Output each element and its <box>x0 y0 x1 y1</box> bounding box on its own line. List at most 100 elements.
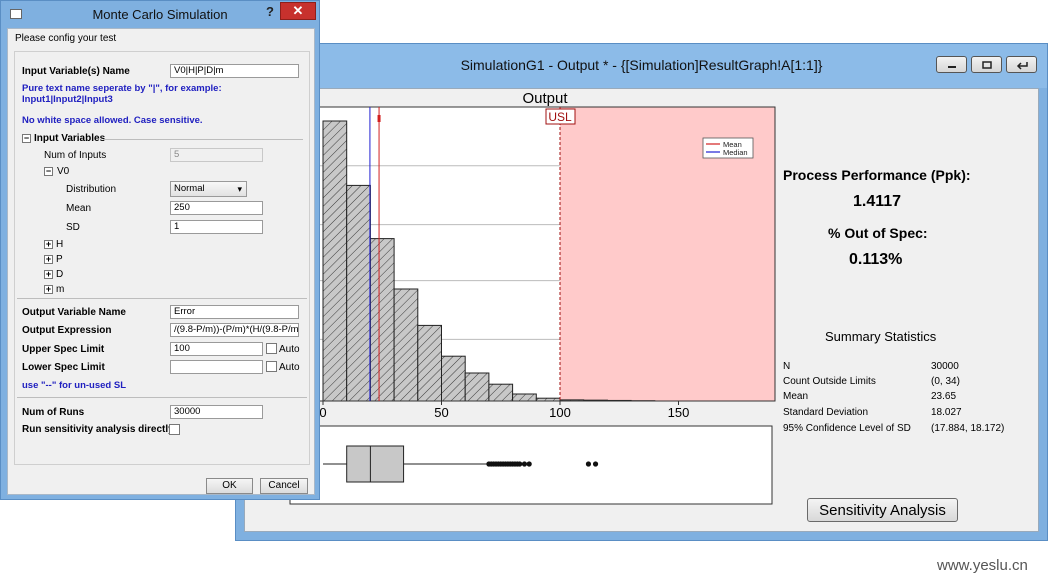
minimize-icon <box>946 61 958 69</box>
dialog-prompt: Please config your test <box>15 33 116 44</box>
input-variables-section: Input Variables <box>34 133 105 144</box>
ok-button[interactable]: OK <box>206 478 253 494</box>
boxplot-outlier <box>593 461 598 466</box>
output-name-field[interactable]: Error <box>170 305 299 319</box>
num-inputs-field: 5 <box>170 148 263 162</box>
distribution-select[interactable]: Normal ▾ <box>170 181 247 197</box>
boxplot-outlier <box>517 461 522 466</box>
summary-label: Standard Deviation <box>783 407 868 418</box>
lsl-field[interactable] <box>170 360 263 374</box>
summary-label: Count Outside Limits <box>783 376 876 387</box>
usl-auto-checkbox[interactable] <box>266 343 277 354</box>
ppk-label: Process Performance (Ppk): <box>783 167 971 183</box>
restore-icon <box>981 60 993 70</box>
histogram-bar <box>465 373 489 401</box>
hint-text: Input1|Input2|Input3 <box>22 94 113 105</box>
out-of-spec-value: 0.113% <box>849 251 902 269</box>
input-variables-field[interactable]: V0|H|P|D|m <box>170 64 299 78</box>
restore-button[interactable] <box>971 56 1002 73</box>
graph-window-title: SimulationG1 - Output * - {[Simulation]R… <box>236 57 1047 73</box>
hint-text: Pure text name seperate by "|", for exam… <box>22 83 222 94</box>
help-icon[interactable]: ? <box>266 4 274 19</box>
sensitivity-checkbox[interactable] <box>169 424 180 435</box>
summary-label: N <box>783 361 790 372</box>
watermark: www.yeslu.cn <box>937 557 1028 574</box>
variable-h: H <box>56 239 63 250</box>
auto-label: Auto <box>279 362 300 373</box>
x-tick-label: 50 <box>434 405 448 420</box>
distribution-value: Normal <box>174 183 205 194</box>
ppk-value: 1.4117 <box>853 193 901 211</box>
summary-value: (0, 34) <box>931 376 960 387</box>
expand-icon[interactable]: + <box>44 285 53 294</box>
lsl-label: Lower Spec Limit <box>22 362 105 373</box>
summary-label: Mean <box>783 391 808 402</box>
variable-d: D <box>56 269 63 280</box>
return-arrow-icon <box>1015 60 1029 70</box>
dialog-body: Please config your test Input Variable(s… <box>7 28 315 495</box>
graph-window: SimulationG1 - Output * - {[Simulation]R… <box>235 43 1048 541</box>
summary-label: 95% Confidence Level of SD <box>783 423 911 434</box>
output-name-label: Output Variable Name <box>22 307 126 318</box>
boxplot-outlier <box>586 461 591 466</box>
section-divider <box>103 139 303 140</box>
histogram-bar <box>442 356 466 401</box>
distribution-label: Distribution <box>66 184 116 195</box>
summary-value: 18.027 <box>931 407 962 418</box>
summary-value: (17.884, 18.172) <box>931 423 1004 434</box>
sensitivity-analysis-button[interactable]: Sensitivity Analysis <box>807 498 958 522</box>
expand-icon[interactable]: + <box>44 255 53 264</box>
input-variables-label: Input Variable(s) Name <box>22 66 130 77</box>
summary-title: Summary Statistics <box>825 329 936 344</box>
mean-field[interactable]: 250 <box>170 201 263 215</box>
usl-field[interactable]: 100 <box>170 342 263 356</box>
num-runs-label: Num of Runs <box>22 407 84 418</box>
unused-sl-hint: use "--" for un-used SL <box>22 380 126 391</box>
x-tick-label: 150 <box>668 405 690 420</box>
cancel-button[interactable]: Cancel <box>260 478 308 494</box>
output-expression-label: Output Expression <box>22 325 111 336</box>
legend-label: Median <box>723 148 748 157</box>
histogram-bar <box>394 289 418 401</box>
settings-panel: Input Variable(s) Name V0|H|P|D|m Pure t… <box>14 51 310 465</box>
expand-icon[interactable]: + <box>44 270 53 279</box>
output-expression-field[interactable]: /(9.8-P/m))-(P/m)*(H/(9.8-P/m))-D) <box>170 323 299 337</box>
num-inputs-label: Num of Inputs <box>44 150 106 161</box>
histogram-bar <box>418 325 442 401</box>
graph-titlebar[interactable]: SimulationG1 - Output * - {[Simulation]R… <box>236 44 1047 88</box>
sensitivity-label: Run sensitivity analysis directly <box>22 424 174 435</box>
collapse-icon[interactable]: − <box>22 134 31 143</box>
sd-field[interactable]: 1 <box>170 220 263 234</box>
mean-label: Mean <box>66 203 91 214</box>
close-icon: ✕ <box>293 3 304 19</box>
x-tick-label: 0 <box>319 405 326 420</box>
dialog-titlebar[interactable]: Monte Carlo Simulation ? ✕ <box>1 1 319 27</box>
usl-label: USL <box>548 110 572 124</box>
mean-marker <box>378 115 381 122</box>
histogram-bar <box>370 239 394 401</box>
divider <box>17 298 307 299</box>
v0-label: V0 <box>57 166 69 177</box>
output-plot[interactable]: USL Mean Median 0 50 100 150 <box>245 89 1040 534</box>
divider <box>17 397 307 398</box>
close-button[interactable]: ✕ <box>280 2 316 20</box>
summary-value: 23.65 <box>931 391 956 402</box>
sd-label: SD <box>66 222 80 233</box>
collapse-icon[interactable]: − <box>44 167 53 176</box>
chevron-down-icon: ▾ <box>237 183 242 195</box>
auto-label: Auto <box>279 344 300 355</box>
x-tick-label: 100 <box>549 405 571 420</box>
boxplot-box <box>347 446 404 482</box>
variable-m: m <box>56 284 64 295</box>
return-button[interactable] <box>1006 56 1037 73</box>
plot-title: Output <box>245 90 845 107</box>
histogram-bar <box>347 185 371 401</box>
minimize-button[interactable] <box>936 56 967 73</box>
variable-p: P <box>56 254 63 265</box>
expand-icon[interactable]: + <box>44 240 53 249</box>
monte-carlo-dialog: Monte Carlo Simulation ? ✕ Please config… <box>0 0 320 500</box>
histogram-bar <box>323 121 347 401</box>
num-runs-field[interactable]: 30000 <box>170 405 263 419</box>
out-of-spec-label: % Out of Spec: <box>828 225 928 241</box>
lsl-auto-checkbox[interactable] <box>266 361 277 372</box>
